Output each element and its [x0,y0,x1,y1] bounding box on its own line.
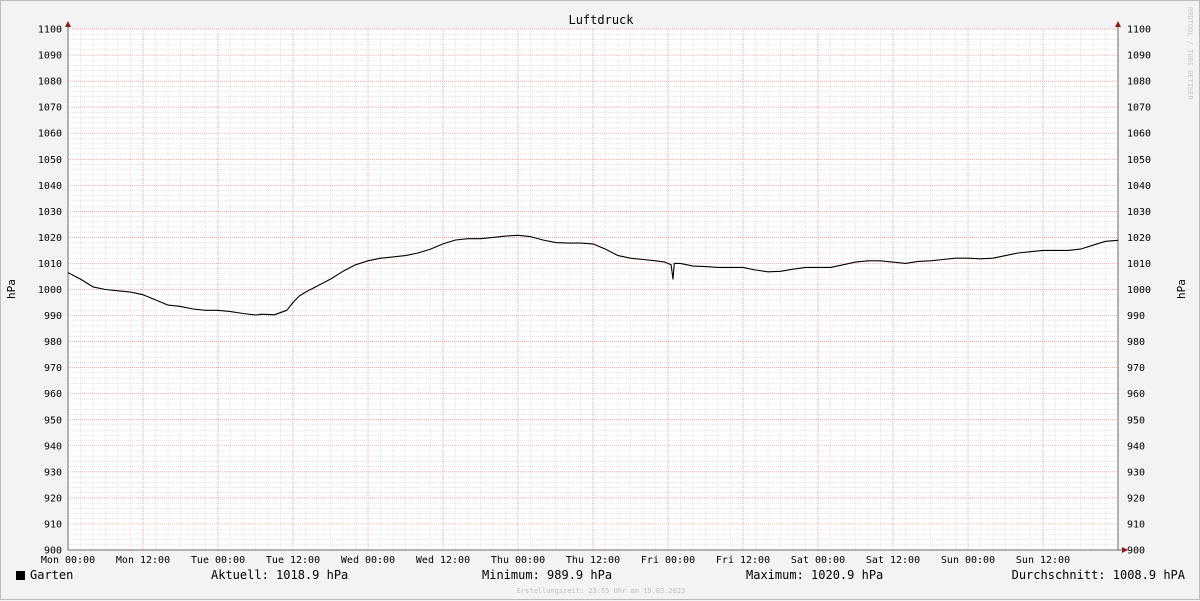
stat-maximum: Maximum: 1020.9 hPa [746,568,884,582]
y-tick-label-left: 1100 [38,25,62,36]
legend-label: Garten [30,568,74,582]
x-tick-label: Sat 00:00 [791,555,845,566]
y-tick-label-right: 1050 [1127,155,1151,166]
y-tick-label-right: 1080 [1127,77,1151,88]
y-tick-label-left: 1000 [38,285,62,296]
y-tick-label-left: 960 [44,389,62,400]
x-tick-label: Sun 12:00 [1016,555,1070,566]
y-tick-label-left: 1040 [38,181,62,192]
chart-frame: 900 900 910 910 920 920 930 930 940 940 950 950 960 9… [0,0,1200,600]
y-tick-label-left: 1090 [38,51,62,62]
y-tick-label-right: 1000 [1127,285,1151,296]
y-tick-label-right: 940 [1127,441,1145,452]
y-tick-label-right: 930 [1127,467,1145,478]
chart-svg: 900 900910 910920 920930 930940 940950 950960 9… [5,7,1194,595]
x-tick-label: Fri 00:00 [641,555,695,566]
y-tick-label-left: 910 [44,519,62,530]
legend-item-garten: Garten [16,568,73,582]
y-tick-label-right: 980 [1127,337,1145,348]
y-tick-label-left: 1010 [38,259,62,270]
x-tick-label: Thu 00:00 [491,555,545,566]
chart-title: Luftdruck [568,13,634,27]
stat-minimum: Minimum: 989.9 hPa [482,568,613,582]
y-tick-label-right: 1030 [1127,207,1151,218]
rrdtool-watermark: RRDTOOL / TOBI OETIKER [1186,7,1194,101]
x-tick-label: Sun 00:00 [941,555,995,566]
y-tick-label-left: 1060 [38,129,62,140]
y-tick-label-right: 1060 [1127,129,1151,140]
stat-average: Durchschnitt: 1008.9 hPA [1011,568,1185,582]
x-tick-label: Tue 00:00 [191,555,245,566]
y-tick-label-right: 1070 [1127,103,1151,114]
x-tick-label: Mon 12:00 [116,555,170,566]
y-tick-label-right: 1040 [1127,181,1151,192]
y-tick-label-right: 1090 [1127,51,1151,62]
y-tick-label-right: 1020 [1127,233,1151,244]
x-tick-label: Wed 00:00 [341,555,395,566]
x-tick-label: Wed 12:00 [416,555,470,566]
y-tick-label-left: 980 [44,337,62,348]
y-tick-label-left: 930 [44,467,62,478]
y-tick-label-left: 1050 [38,155,62,166]
legend-swatch [16,571,25,580]
y-tick-label-right: 1100 [1127,25,1151,36]
x-tick-label: Fri 12:00 [716,555,770,566]
y-axis-arrow-left [65,21,71,27]
x-tick-label: Thu 12:00 [566,555,620,566]
y-tick-label-left: 940 [44,441,62,452]
stat-current: Aktuell: 1018.9 hPa [211,568,349,582]
y-tick-label-right: 970 [1127,363,1145,374]
grid-layer [68,28,1118,550]
y-tick-label-left: 990 [44,311,62,322]
y-tick-label-right: 920 [1127,493,1145,504]
y-axis-label-right: hPa [1175,279,1188,299]
y-tick-label-right: 950 [1127,415,1145,426]
y-tick-label-left: 920 [44,493,62,504]
y-axis-label-left: hPa [5,279,18,299]
y-tick-label-left: 1080 [38,77,62,88]
y-tick-label-right: 900 [1127,546,1145,557]
y-tick-label-right: 1010 [1127,259,1151,270]
y-tick-label-right: 960 [1127,389,1145,400]
creation-time-footer: Erstellungszeit: 23:55 Uhr am 19.03.2023 [517,587,686,595]
y-tick-label-left: 970 [44,363,62,374]
y-axis-arrow-right [1115,21,1121,27]
y-tick-label-right: 990 [1127,311,1145,322]
y-tick-label-left: 1070 [38,103,62,114]
legend-row: Garten Aktuell: 1018.9 hPa Minimum: 989.… [1,566,1200,586]
x-tick-label: Sat 12:00 [866,555,920,566]
x-tick-label: Tue 12:00 [266,555,320,566]
y-tick-label-right: 910 [1127,519,1145,530]
x-tick-label: Mon 00:00 [41,555,95,566]
y-tick-label-left: 1020 [38,233,62,244]
y-tick-label-left: 1030 [38,207,62,218]
y-tick-label-left: 950 [44,415,62,426]
